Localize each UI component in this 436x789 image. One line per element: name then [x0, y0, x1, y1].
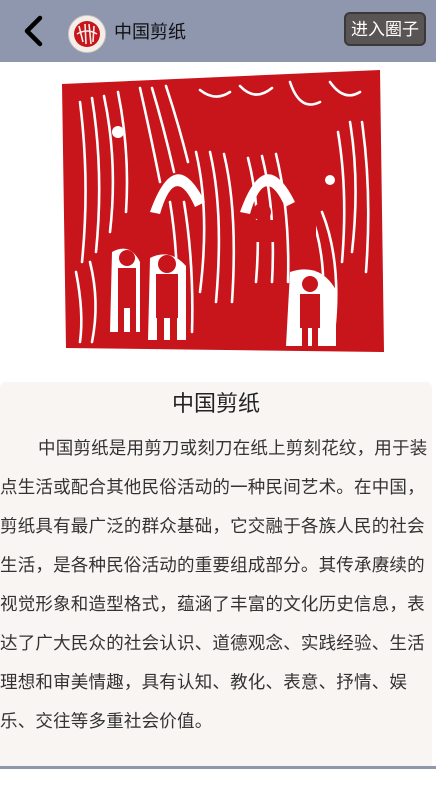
article-card: 中国剪纸 中国剪纸是用剪刀或刻刀在纸上剪刻花纹，用于装点生活或配合其他民俗活动的… [0, 382, 432, 766]
article-body: 中国剪纸是用剪刀或刻刀在纸上剪刻花纹，用于装点生活或配合其他民俗活动的一种民间艺… [0, 439, 428, 732]
papercut-image [0, 62, 436, 380]
papercut-artwork-icon [0, 62, 436, 380]
papercut-avatar-icon [69, 16, 105, 52]
page-title: 中国剪纸 [114, 22, 186, 43]
bottom-divider [0, 766, 436, 769]
back-button[interactable] [18, 14, 52, 48]
article-title: 中国剪纸 [171, 392, 260, 417]
chevron-left-icon [24, 15, 43, 47]
avatar[interactable] [68, 15, 106, 53]
top-bar: 中国剪纸 进入圈子 [0, 0, 436, 62]
right-edge [432, 62, 436, 766]
join-circle-button[interactable]: 进入圈子 [344, 12, 426, 46]
